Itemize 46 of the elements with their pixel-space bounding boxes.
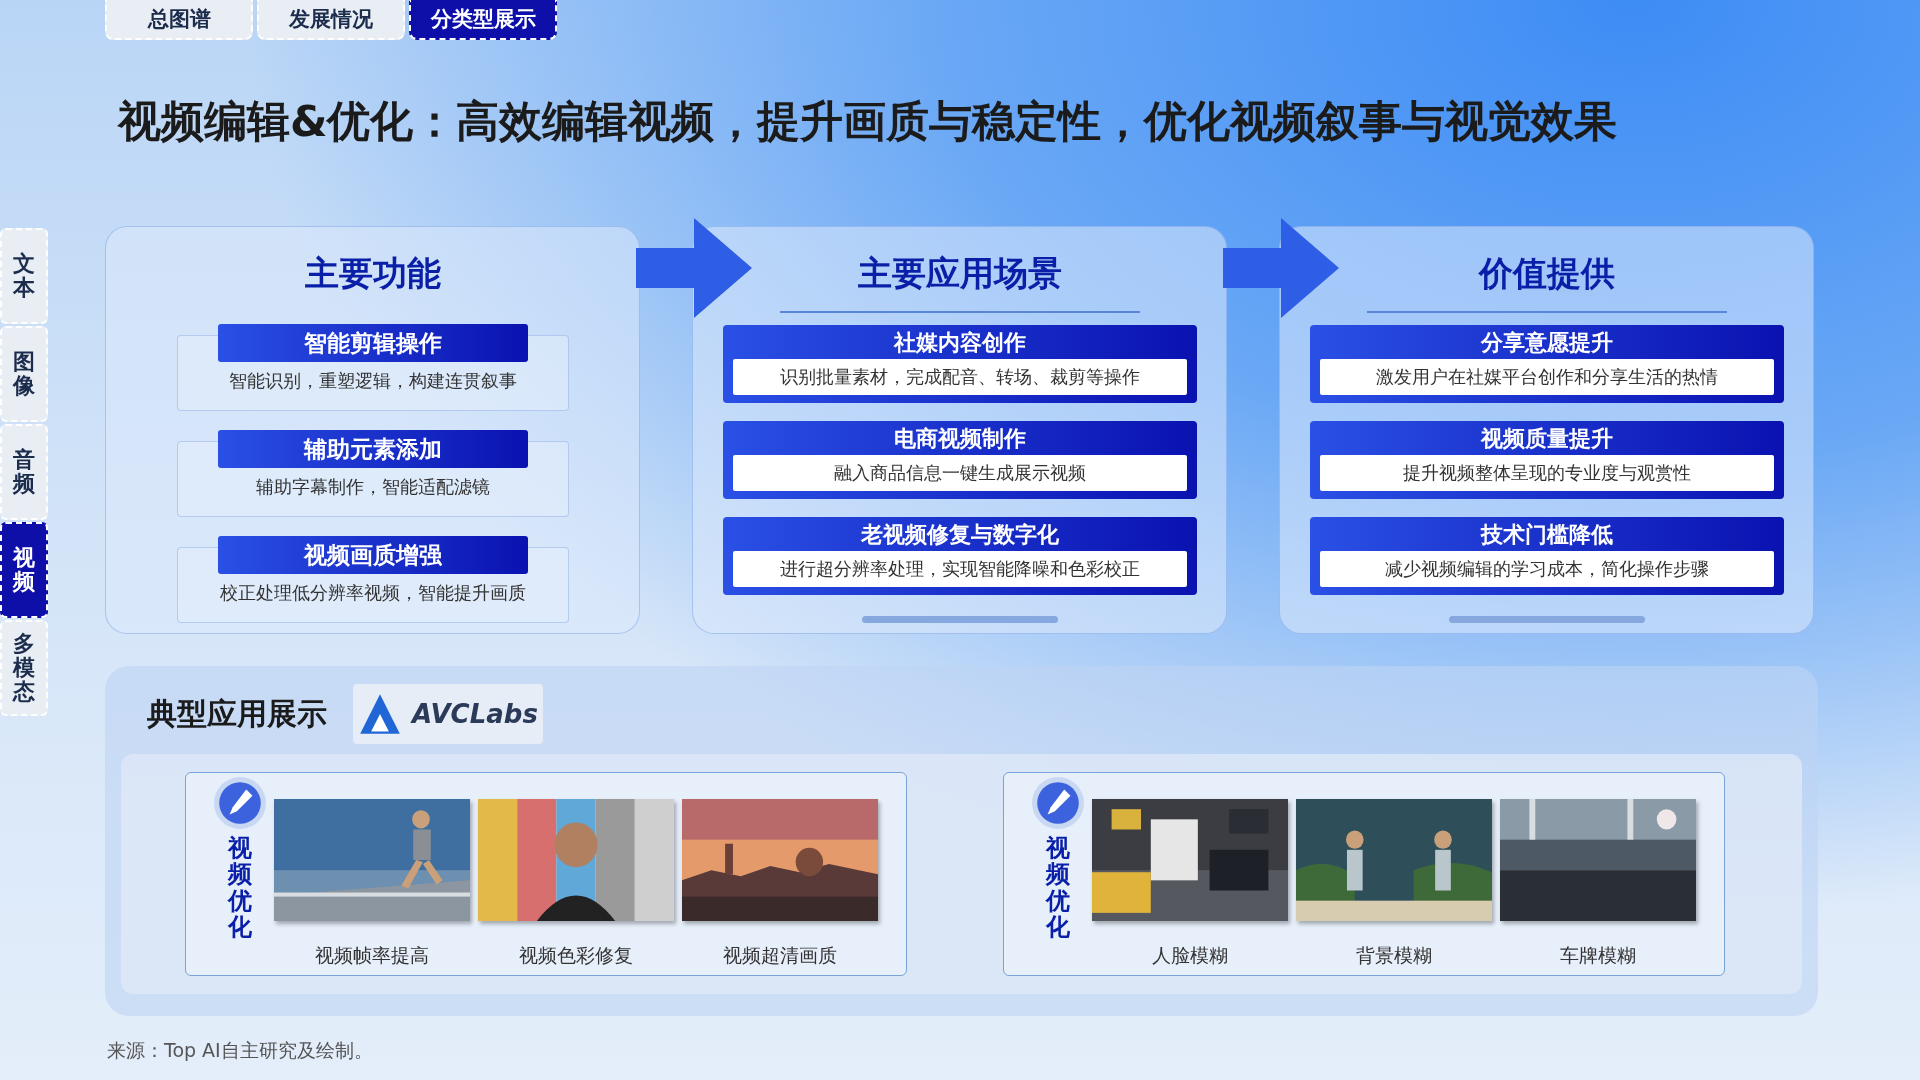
card-description: 提升视频整体呈现的专业度与观赏性 <box>1319 455 1774 491</box>
arrow-icon <box>1223 218 1339 318</box>
panel-title: 价值提供 <box>1478 252 1615 295</box>
card-title: 视频质量提升 <box>1480 425 1613 453</box>
group-label: 视频优化 <box>228 835 252 941</box>
pen-icon <box>1032 777 1084 829</box>
panel-title: 主要应用场景 <box>857 252 1062 295</box>
feature-tag: 智能剪辑操作 <box>217 324 528 362</box>
source-note: 来源：Top AI自主研究及绘制。 <box>107 1038 373 1063</box>
logo-icon <box>358 692 403 736</box>
arrow-icon <box>636 218 752 318</box>
card-title: 技术门槛降低 <box>1480 521 1613 549</box>
feature-tag: 视频画质增强 <box>217 536 528 574</box>
pen-icon <box>214 777 266 829</box>
picture-caption: 背景模糊 <box>1356 943 1432 968</box>
card-description: 激发用户在社媒平台创作和分享生活的热情 <box>1319 359 1774 395</box>
feature-description: 校正处理低分辨率视频，智能提升画质 <box>219 581 526 605</box>
category-tab[interactable]: 音频 <box>0 424 48 520</box>
logo-text: AVCLabs <box>412 699 538 729</box>
category-tab[interactable]: 文本 <box>0 228 48 324</box>
feature-tag: 辅助元素添加 <box>217 430 528 468</box>
card-description: 融入商品信息一键生成展示视频 <box>732 455 1187 491</box>
category-tab[interactable]: 视频 <box>0 522 48 618</box>
page-title: 视频编辑&优化：高效编辑视频，提升画质与稳定性，优化视频叙事与视觉效果 <box>118 100 1619 143</box>
card-description: 进行超分辨率处理，实现智能降噪和色彩校正 <box>732 551 1187 587</box>
picture-caption: 视频超清画质 <box>723 943 837 968</box>
picture-caption: 人脸模糊 <box>1152 943 1228 968</box>
tab[interactable]: 总图谱 <box>105 0 253 40</box>
picture-caption: 视频色彩修复 <box>519 943 633 968</box>
picture-caption: 视频帧率提高 <box>315 943 429 968</box>
tab[interactable]: 发展情况 <box>257 0 405 40</box>
card-title: 社媒内容创作 <box>893 329 1026 357</box>
picture-caption: 车牌模糊 <box>1560 943 1636 968</box>
category-tab[interactable]: 多模态 <box>0 620 48 716</box>
panel-title: 主要功能 <box>304 252 441 295</box>
feature-description: 智能识别，重塑逻辑，构建连贯叙事 <box>228 369 517 393</box>
category-tab[interactable]: 图像 <box>0 326 48 422</box>
group-label: 视频优化 <box>1046 835 1070 941</box>
card-title: 电商视频制作 <box>893 425 1026 453</box>
feature-description: 辅助字幕制作，智能适配滤镜 <box>255 475 490 499</box>
card-description: 识别批量素材，完成配音、转场、裁剪等操作 <box>732 359 1187 395</box>
card-description: 减少视频编辑的学习成本，简化操作步骤 <box>1319 551 1774 587</box>
tab[interactable]: 分类型展示 <box>409 0 557 40</box>
section-title: 典型应用展示 <box>147 694 327 733</box>
card-title: 分享意愿提升 <box>1480 329 1613 357</box>
card-title: 老视频修复与数字化 <box>860 521 1059 549</box>
